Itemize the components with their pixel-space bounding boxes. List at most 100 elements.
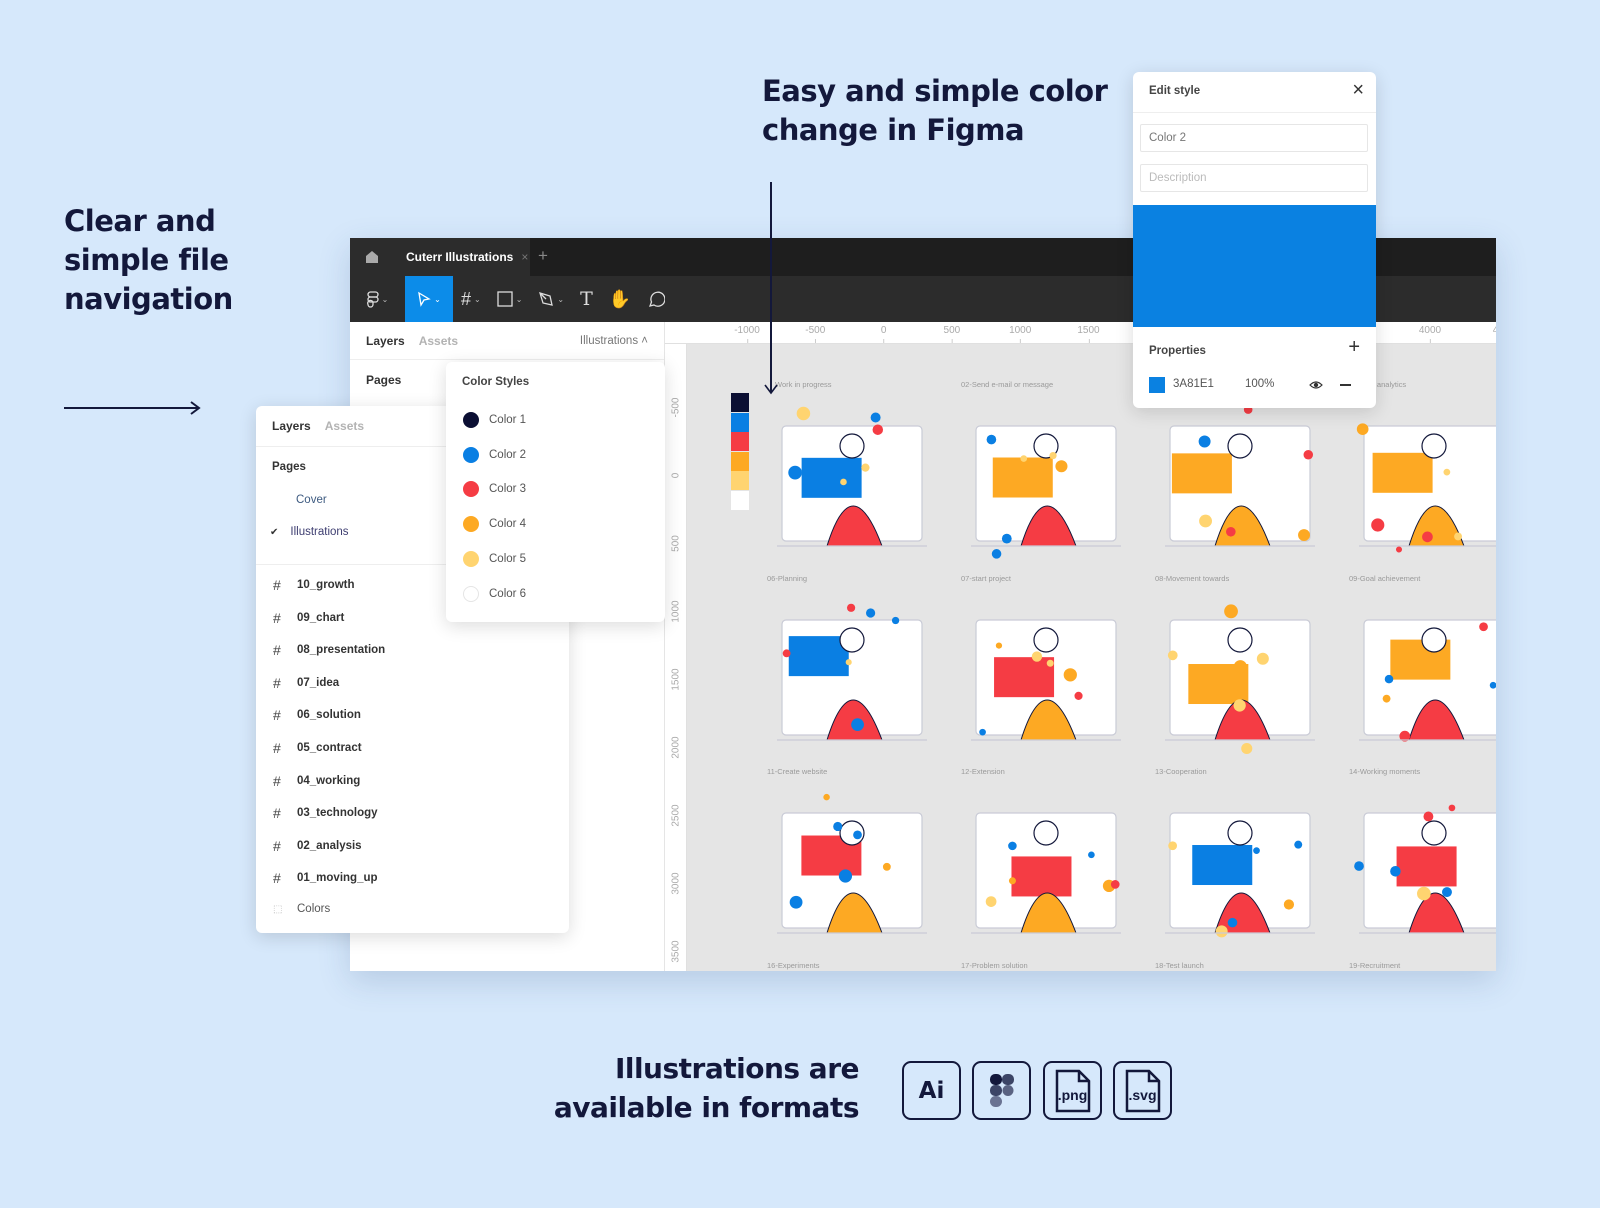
illustration-confetti xyxy=(1390,866,1401,877)
remove-property-icon[interactable] xyxy=(1340,384,1351,386)
frame-icon: # xyxy=(273,870,281,887)
layer-frame[interactable]: #03_technology xyxy=(273,805,378,821)
illustration-head xyxy=(1421,627,1447,653)
tab-assets[interactable]: Assets xyxy=(325,419,364,433)
layer-frame[interactable]: #08_presentation xyxy=(273,642,385,658)
eye-icon[interactable] xyxy=(1309,379,1323,391)
layer-frame[interactable]: #05_contract xyxy=(273,740,362,756)
illustration[interactable] xyxy=(1349,783,1496,948)
frame-icon: # xyxy=(273,740,281,756)
layer-frame[interactable]: #10_growth xyxy=(273,577,355,593)
layer-frame[interactable]: #07_idea xyxy=(273,675,339,691)
frame-label[interactable]: 14-Working moments xyxy=(1349,767,1420,776)
illustration-confetti xyxy=(782,649,791,658)
illustration-confetti xyxy=(846,603,856,612)
illustration-confetti xyxy=(1384,674,1394,684)
color-preview[interactable] xyxy=(1133,205,1376,327)
illustration-confetti xyxy=(1020,455,1028,462)
hex-value[interactable]: 3A81E1 xyxy=(1173,378,1214,390)
color-style-item[interactable]: Color 4 xyxy=(463,516,527,533)
illustration[interactable] xyxy=(767,783,937,948)
format-label: .svg xyxy=(1128,1086,1157,1103)
format-svg-icon: .svg xyxy=(1113,1061,1172,1120)
add-property-icon[interactable]: + xyxy=(1348,336,1360,359)
illustration[interactable] xyxy=(1155,783,1325,948)
tab-layers[interactable]: Layers xyxy=(272,419,311,433)
palette-swatch[interactable] xyxy=(731,471,749,490)
color-dot xyxy=(463,446,479,463)
illustration[interactable] xyxy=(767,590,937,755)
layer-frame[interactable]: #06_solution xyxy=(273,707,361,723)
palette-swatch[interactable] xyxy=(731,393,749,412)
illustration-confetti xyxy=(1256,652,1269,665)
palette-swatch[interactable] xyxy=(731,451,749,471)
arrow-down-icon xyxy=(764,182,778,395)
layer-label: 10_growth xyxy=(297,579,355,591)
illustration-confetti xyxy=(1443,468,1451,476)
opacity-value[interactable]: 100% xyxy=(1245,378,1274,390)
color-style-item[interactable]: Color 2 xyxy=(463,446,526,463)
palette-swatch[interactable] xyxy=(731,490,749,510)
color-style-item[interactable]: Color 6 xyxy=(463,585,527,602)
layer-frame[interactable]: #04_working xyxy=(273,773,360,789)
frame-label[interactable]: 17-Problem solution xyxy=(961,961,1028,970)
illustration-confetti xyxy=(1215,925,1228,938)
page-item-illustrations[interactable]: ✔ Illustrations xyxy=(270,526,349,538)
layer-frame[interactable]: #01_moving_up xyxy=(273,870,378,886)
frame-label[interactable]: 02-Send e-mail or message xyxy=(961,380,1053,389)
illustration[interactable] xyxy=(1349,396,1496,561)
frame-label[interactable]: 08-Movement towards xyxy=(1155,574,1229,583)
illustration-confetti xyxy=(1110,880,1120,889)
description-input[interactable]: Description xyxy=(1140,164,1368,192)
color-style-item[interactable]: Color 3 xyxy=(463,481,526,498)
color-style-item[interactable]: Color 1 xyxy=(463,412,526,428)
illustration[interactable] xyxy=(961,783,1131,948)
illustration-head xyxy=(839,627,865,653)
frame-label[interactable]: 19-Recruitment xyxy=(1349,961,1400,970)
frame-label[interactable]: 06-Planning xyxy=(767,574,807,583)
color-style-label: Color 6 xyxy=(489,587,527,600)
layer-colors[interactable]: ⬚ Colors xyxy=(273,903,330,915)
illustration-confetti xyxy=(1448,804,1456,812)
layer-frame[interactable]: #02_analysis xyxy=(273,838,362,854)
frame-icon: # xyxy=(273,805,281,822)
color-dot xyxy=(463,516,479,533)
frame-icon: # xyxy=(273,674,281,691)
illustration[interactable] xyxy=(767,396,937,561)
layer-label: 07_idea xyxy=(297,676,340,689)
illustration[interactable] xyxy=(1155,590,1325,755)
palette-swatch[interactable] xyxy=(731,432,749,451)
format-figma-icon xyxy=(972,1061,1031,1120)
illustration-confetti xyxy=(788,465,802,480)
illustration-confetti xyxy=(1224,604,1238,619)
illustration[interactable] xyxy=(961,396,1131,561)
close-icon[interactable]: × xyxy=(1352,79,1364,102)
page-item-cover[interactable]: Cover xyxy=(296,494,327,506)
illustration[interactable] xyxy=(961,590,1131,755)
frame-label[interactable]: 07-start project xyxy=(961,574,1011,583)
edit-style-title: Edit style xyxy=(1149,85,1201,97)
color-style-label: Color 4 xyxy=(489,518,527,531)
frame-label[interactable]: Work in progress xyxy=(775,380,832,389)
illustration-head xyxy=(1421,433,1447,459)
illustration-confetti xyxy=(1422,531,1433,543)
illustration[interactable] xyxy=(1155,396,1325,561)
illustration-confetti xyxy=(1088,851,1095,859)
illustration[interactable] xyxy=(1349,590,1496,755)
frame-icon: # xyxy=(273,707,281,724)
frame-label[interactable]: 16-Experiments xyxy=(767,961,820,970)
palette-swatch[interactable] xyxy=(731,412,749,432)
headline-line: available in formats xyxy=(553,1091,860,1124)
frame-label[interactable]: 12-Extension xyxy=(961,767,1005,776)
illustration-confetti xyxy=(1055,460,1068,473)
color-style-item[interactable]: Color 5 xyxy=(463,550,526,567)
layer-frame[interactable]: #09_chart xyxy=(273,610,344,626)
color-swatch[interactable] xyxy=(1149,377,1165,393)
illustration-confetti xyxy=(845,659,852,666)
frame-label[interactable]: 18-Test launch xyxy=(1155,961,1204,970)
frame-label[interactable]: 13-Cooperation xyxy=(1155,767,1207,776)
frame-label[interactable]: 11-Create website xyxy=(767,767,827,776)
illustration-confetti xyxy=(1168,841,1178,851)
style-name-input[interactable]: Color 2 xyxy=(1140,124,1368,152)
frame-label[interactable]: 09-Goal achievement xyxy=(1349,574,1420,583)
